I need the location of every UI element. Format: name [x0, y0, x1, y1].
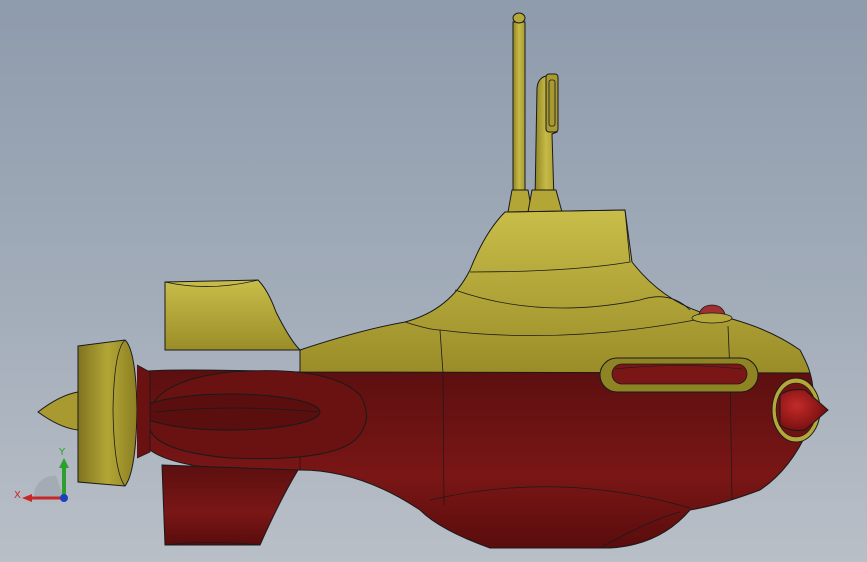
y-axis-label: Y [58, 447, 66, 458]
nose-cone [771, 377, 829, 443]
coordinate-triad: Y X [14, 447, 69, 502]
upper-tail-fin [164, 279, 302, 351]
submarine-model[interactable] [0, 0, 867, 562]
graphics-viewport[interactable]: Y X [0, 0, 867, 562]
x-axis-label: X [14, 490, 21, 501]
upper-hull [299, 209, 811, 374]
z-axis-dot [60, 494, 68, 502]
periscope-mast [507, 12, 563, 213]
lower-tail-fin [161, 464, 299, 546]
torpedo-pod-fore [599, 357, 759, 393]
y-axis-head [59, 458, 69, 468]
x-axis-head [22, 494, 32, 502]
